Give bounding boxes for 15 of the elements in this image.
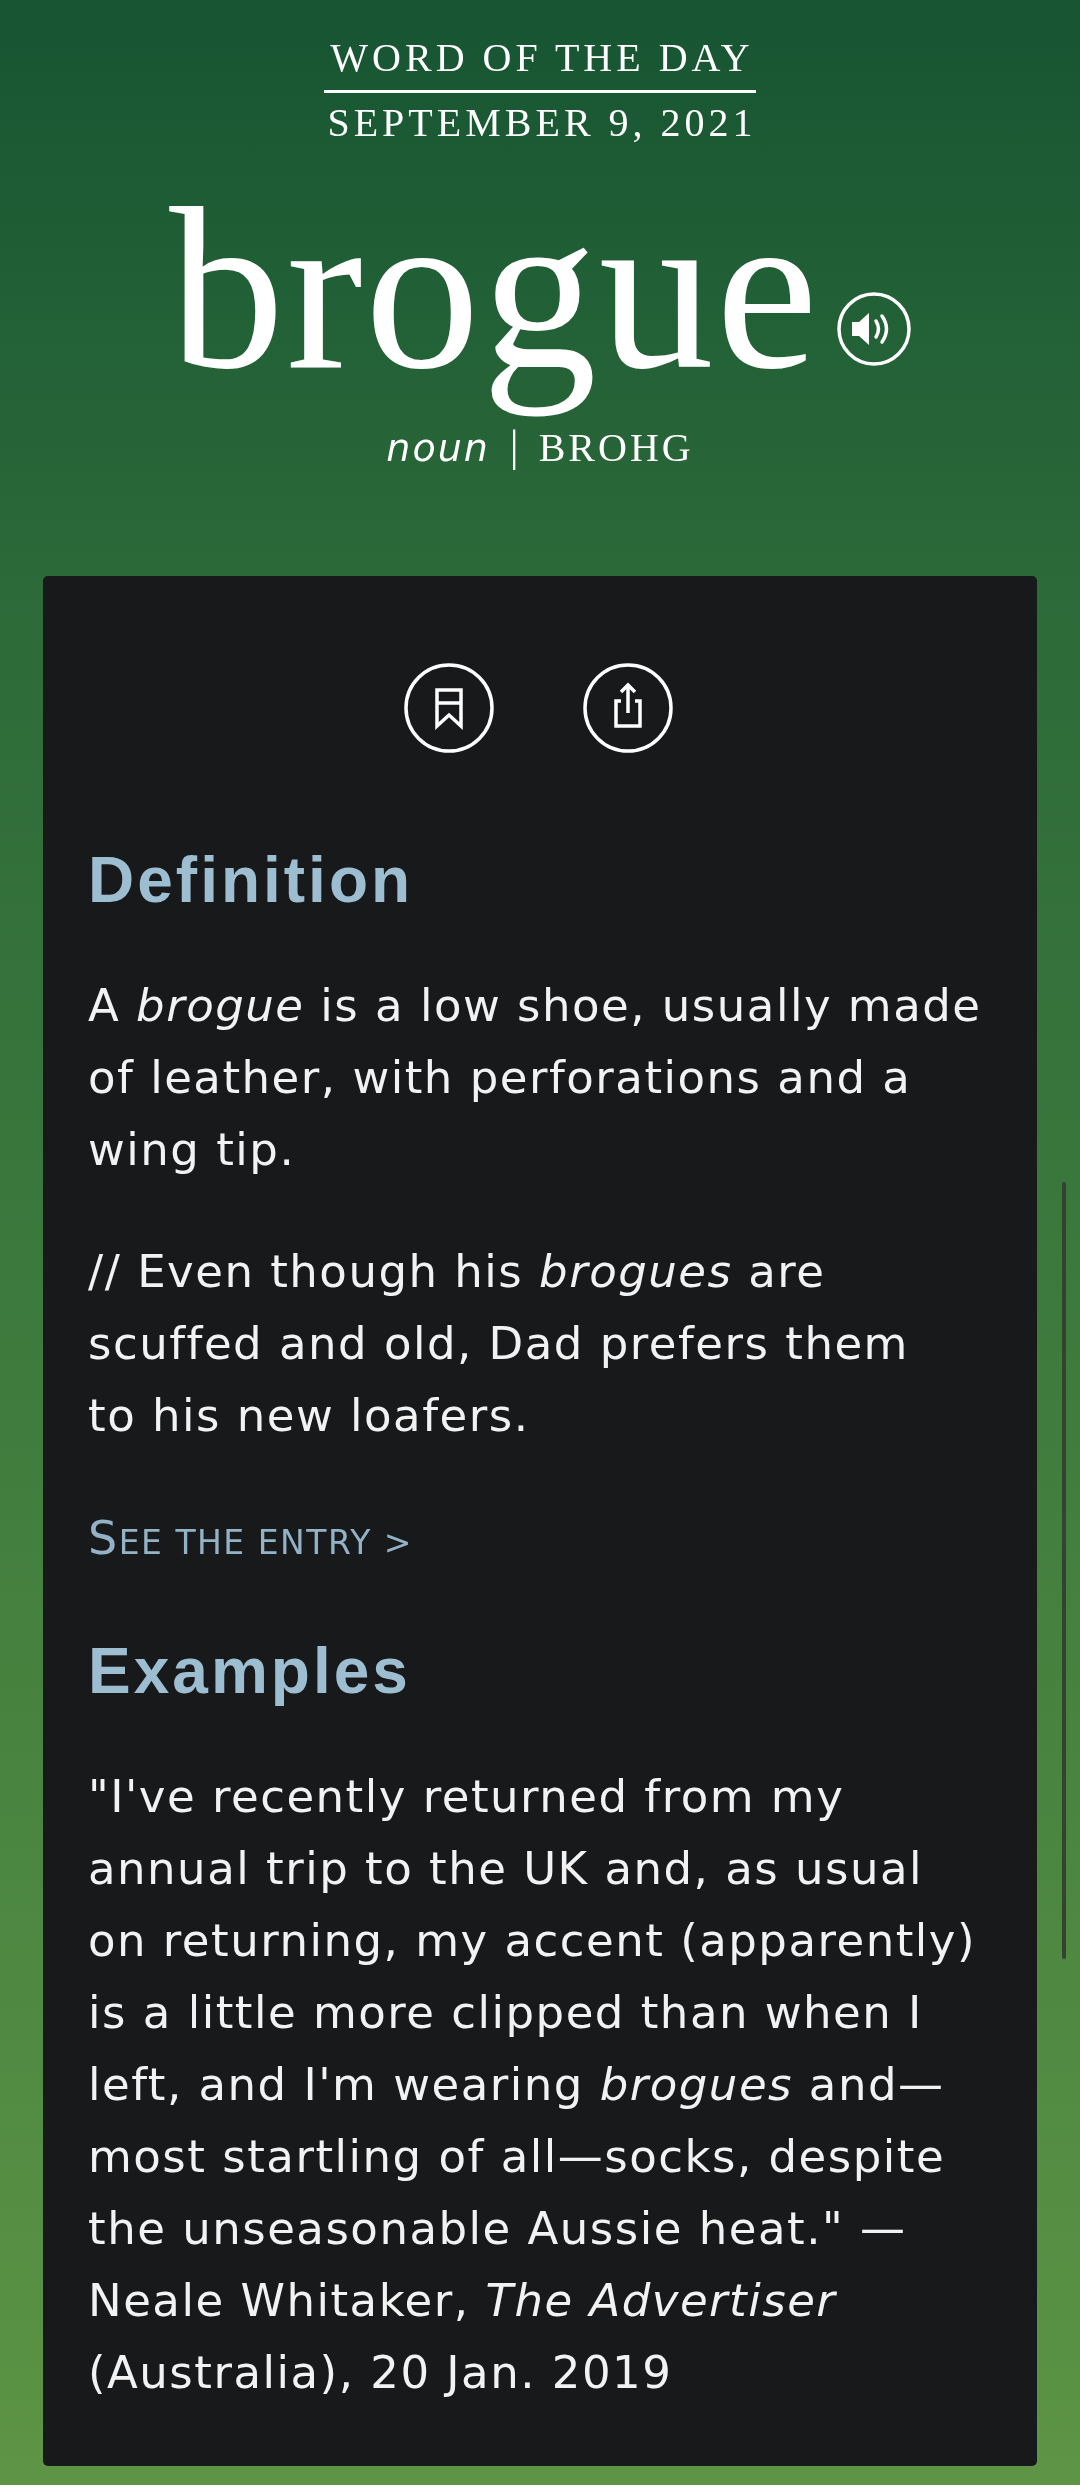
usage-example: // Even though his brogues are scuffed and old, Dad prefers them to his new loafers. (88, 1244, 910, 1444)
definition-heading: Definition (88, 848, 414, 912)
definition-text: A brogue is a low shoe, usually made of leather, with perforations and a wing tip. (88, 978, 983, 1178)
scrollbar[interactable] (1062, 1182, 1066, 1959)
separator: | (509, 423, 519, 471)
share-icon[interactable] (582, 663, 673, 753)
date-label: SEPTEMBER 9, 2021 (326, 103, 757, 143)
example-quote: "I've recently returned from my annual trip to the UK and, as usual on returning, my accent (apparently) is a little more clipped than when I left, and I'm wearing brogues and—most startling of all—socks, despite the unseasonable Aussie heat." — Neale Whitaker, The Advertiser (Australia), 20 Jan. 2019 (88, 1769, 978, 2401)
word-title: brogue (169, 161, 820, 419)
speaker-icon[interactable] (836, 292, 911, 366)
bookmark-icon[interactable] (403, 663, 494, 753)
pronunciation-label: BROHG (538, 424, 694, 472)
part-of-speech-label: noun (386, 425, 490, 472)
word-of-the-day-label: WORD OF THE DAY (329, 38, 754, 78)
see-entry-link[interactable]: SEE THE ENTRY > (88, 1502, 414, 1579)
